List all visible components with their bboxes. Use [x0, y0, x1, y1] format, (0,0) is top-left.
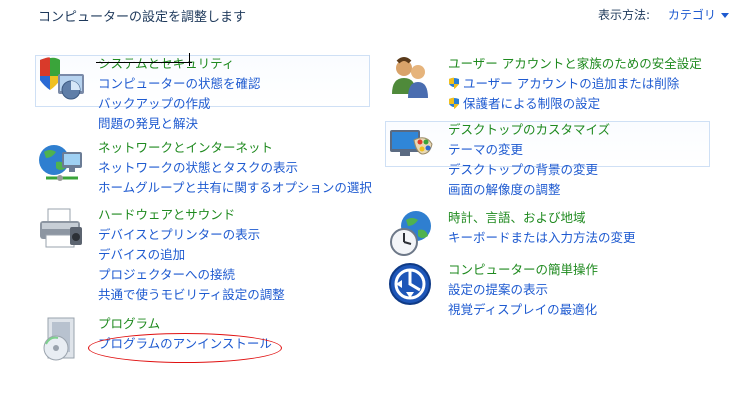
view-by: 表示方法: カテゴリ — [598, 6, 729, 23]
category-title-programs[interactable]: プログラム — [98, 314, 272, 334]
category-title-network[interactable]: ネットワークとインターネット — [98, 138, 372, 158]
link-add-device[interactable]: デバイスの追加 — [98, 245, 285, 265]
category-title-users[interactable]: ユーザー アカウントと家族のための安全設定 — [448, 54, 702, 74]
category-title-hardware[interactable]: ハードウェアとサウンド — [98, 205, 285, 225]
strike-mark — [96, 62, 192, 63]
shield-monitor-icon — [36, 54, 88, 106]
link-connect-projector[interactable]: プロジェクターへの接続 — [98, 265, 285, 285]
cursor-mark — [189, 53, 190, 66]
programs-disc-icon — [36, 314, 88, 366]
link-optimize-display[interactable]: 視覚ディスプレイの最適化 — [448, 300, 598, 320]
link-backup[interactable]: バックアップの作成 — [98, 94, 261, 114]
printer-icon — [36, 205, 88, 257]
users-icon — [386, 54, 438, 106]
link-network-status[interactable]: ネットワークの状態とタスクの表示 — [98, 158, 372, 178]
uac-shield-icon — [448, 96, 460, 109]
category-title-appearance[interactable]: デスクトップのカスタマイズ — [448, 120, 610, 140]
link-mobility-settings[interactable]: 共通で使うモビリティ設定の調整 — [98, 285, 285, 305]
link-homegroup[interactable]: ホームグループと共有に関するオプションの選択 — [98, 178, 372, 198]
category-title-ease[interactable]: コンピューターの簡単操作 — [448, 260, 598, 280]
clock-globe-icon — [386, 208, 438, 260]
link-change-theme[interactable]: テーマの変更 — [448, 140, 610, 160]
uac-shield-icon — [448, 76, 460, 89]
view-by-dropdown[interactable]: カテゴリ — [668, 8, 729, 22]
link-change-keyboard[interactable]: キーボードまたは入力方法の変更 — [448, 228, 636, 248]
link-adjust-resolution[interactable]: 画面の解像度の調整 — [448, 180, 610, 200]
link-change-background[interactable]: デスクトップの背景の変更 — [448, 160, 610, 180]
link-troubleshoot[interactable]: 問題の発見と解決 — [98, 114, 261, 134]
page-title: コンピューターの設定を調整します — [38, 10, 247, 25]
link-parental-controls[interactable]: 保護者による制限の設定 — [448, 94, 702, 114]
network-globe-icon — [36, 138, 88, 190]
chevron-down-icon — [720, 13, 729, 18]
desktop-palette-icon — [386, 120, 438, 172]
link-suggestions[interactable]: 設定の提案の表示 — [448, 280, 598, 300]
link-add-remove-accounts[interactable]: ユーザー アカウントの追加または削除 — [448, 74, 702, 94]
ease-of-access-icon — [386, 260, 438, 312]
category-title-clock[interactable]: 時計、言語、および地域 — [448, 208, 636, 228]
link-check-status[interactable]: コンピューターの状態を確認 — [98, 74, 261, 94]
category-title-system[interactable]: システムとセキュリティ — [98, 54, 261, 74]
view-by-label: 表示方法: — [598, 8, 651, 22]
link-devices-printers[interactable]: デバイスとプリンターの表示 — [98, 225, 285, 245]
annotation-ellipse — [88, 333, 282, 363]
